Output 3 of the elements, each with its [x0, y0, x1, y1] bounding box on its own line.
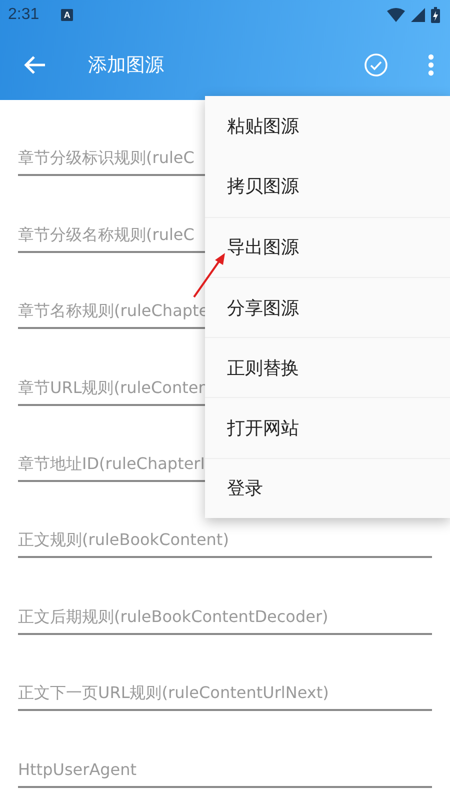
status-time: 2:31 — [8, 6, 40, 24]
notification-icon: A — [61, 9, 74, 21]
toolbar-title: 添加图源 — [88, 53, 164, 78]
